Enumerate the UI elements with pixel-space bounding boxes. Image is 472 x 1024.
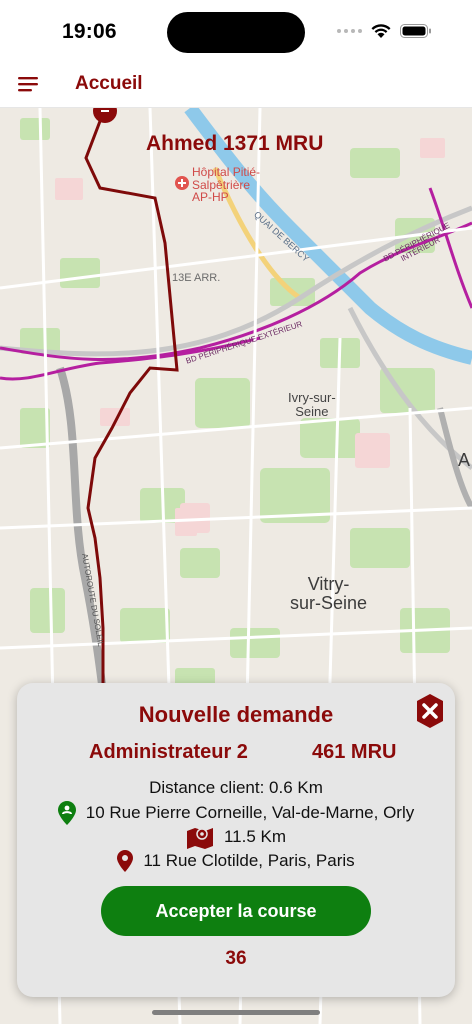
app-header: Accueil — [0, 62, 472, 108]
request-title: Nouvelle demande — [138, 702, 334, 727]
map-label-hospital: Hôpital Pitié- Salpêtrière AP-HP — [192, 165, 261, 205]
close-request-button[interactable] — [415, 693, 445, 729]
dropoff-pin-icon — [117, 850, 134, 872]
page-title: Accueil — [75, 73, 143, 94]
menu-icon — [18, 77, 38, 92]
client-distance: Distance client: 0.6 Km — [149, 778, 323, 797]
trip-distance-row: 11.5 Km — [17, 825, 455, 849]
status-icons — [337, 23, 432, 39]
countdown-timer: 36 — [225, 948, 247, 969]
close-icon — [417, 694, 443, 728]
status-bar: 19:06 — [0, 0, 472, 62]
wifi-icon — [371, 24, 391, 38]
map-icon — [186, 828, 213, 849]
hamburger-menu-button[interactable] — [18, 74, 40, 94]
client-name: Administrateur 2 — [89, 741, 248, 763]
pickup-row: 10 Rue Pierre Corneille, Val-de-Marne, O… — [17, 801, 455, 825]
driver-earnings-label: Ahmed 1371 MRU — [146, 132, 324, 155]
pickup-address: 10 Rue Pierre Corneille, Val-de-Marne, O… — [85, 803, 415, 822]
ride-price: 461 MRU — [312, 741, 397, 763]
map-label-arrondissement: 13E ARR. — [172, 272, 221, 284]
home-indicator[interactable] — [152, 1010, 320, 1015]
accept-ride-button[interactable]: Accepter la course — [101, 886, 371, 936]
dropoff-address: 11 Rue Clotilde, Paris, Paris — [143, 851, 355, 870]
dropoff-row: 11 Rue Clotilde, Paris, Paris — [17, 850, 455, 872]
pickup-pin-icon — [57, 801, 76, 825]
map-label-vitry: Vitry- sur-Seine — [290, 574, 368, 613]
battery-icon — [400, 24, 431, 38]
trip-distance: 11.5 Km — [223, 827, 287, 846]
ride-request-card: Nouvelle demande Administrateur 2 461 MR… — [17, 683, 455, 997]
status-time: 19:06 — [62, 20, 117, 43]
signal-icon — [337, 29, 362, 33]
map-label-edge-letter: A — [458, 450, 471, 470]
map-label-ivry: Ivry-sur- Seine — [288, 390, 336, 419]
dynamic-island — [167, 12, 305, 53]
